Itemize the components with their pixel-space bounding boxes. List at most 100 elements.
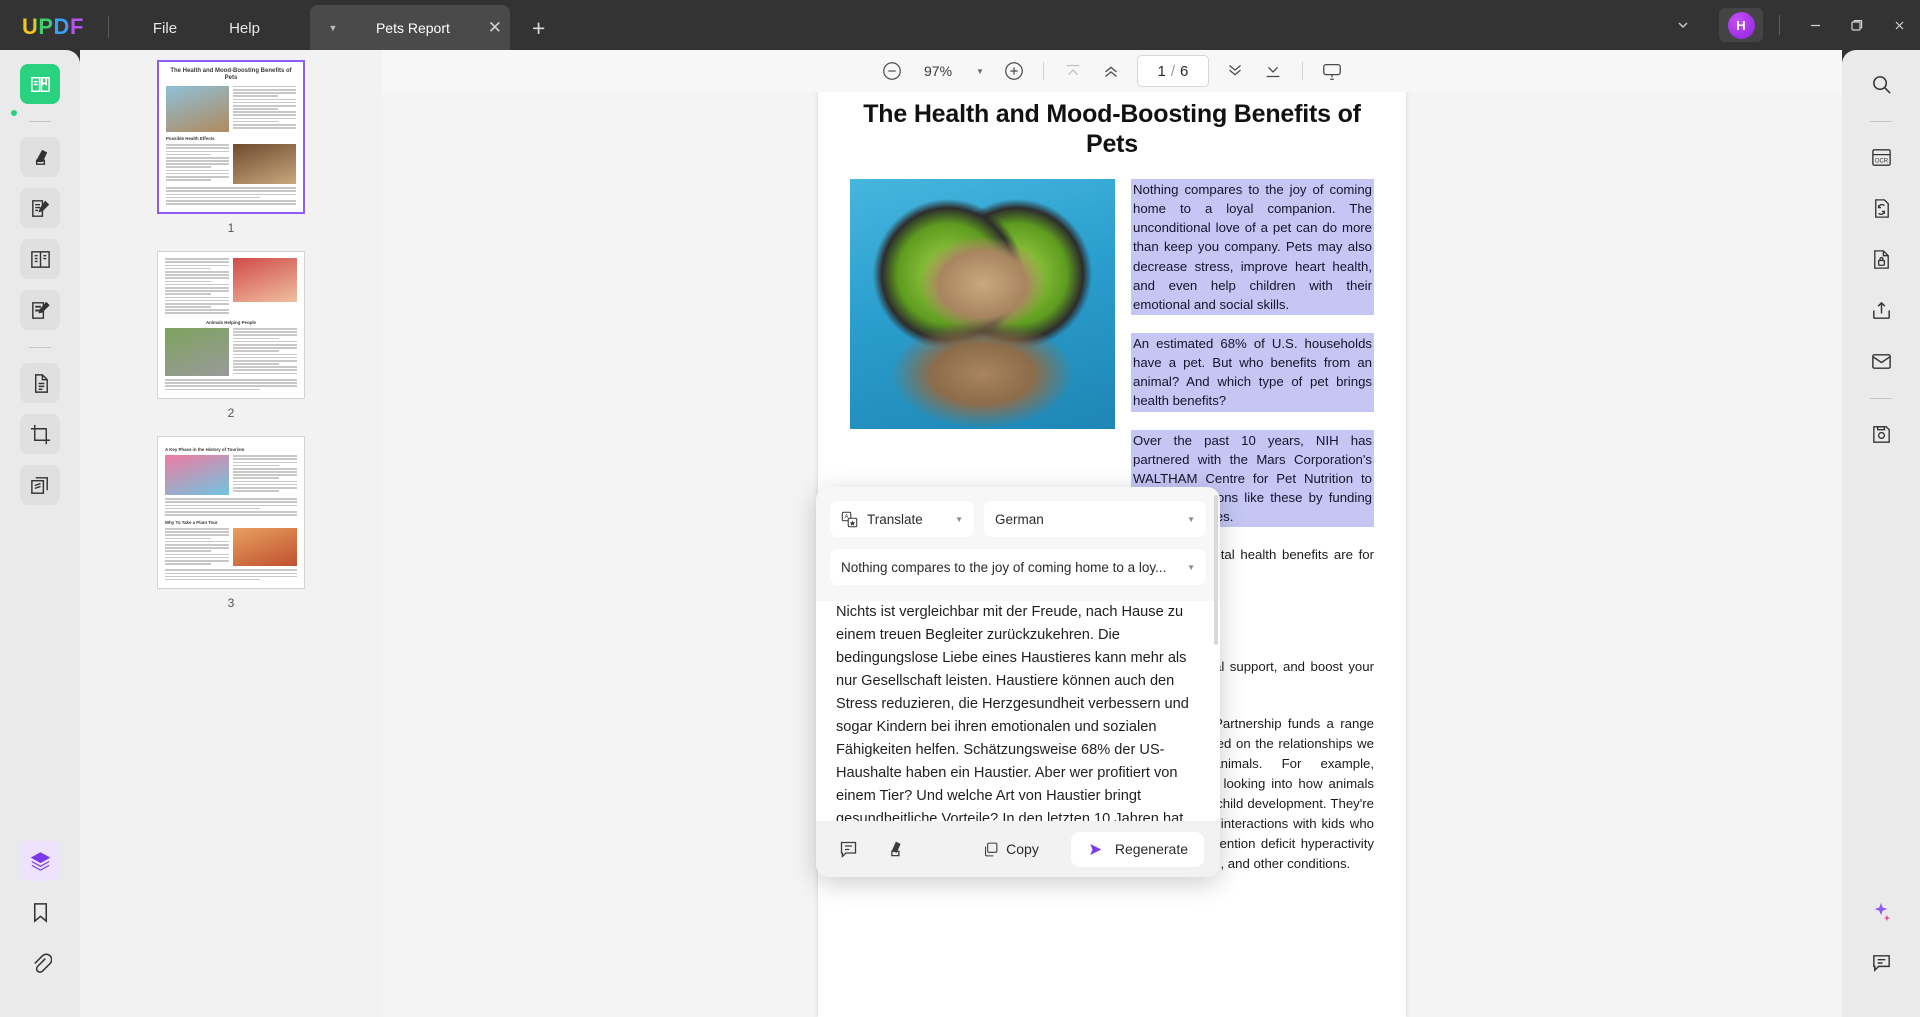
thumbnail-page-2[interactable]: Animals Helping People	[157, 251, 305, 399]
window-minimize-button[interactable]	[1794, 8, 1836, 42]
tab-close-icon[interactable]: ✕	[480, 18, 510, 38]
copy-button[interactable]: Copy	[972, 835, 1049, 864]
zoom-dropdown-icon[interactable]: ▼	[966, 67, 994, 76]
window-close-button[interactable]	[1878, 8, 1920, 42]
search-icon[interactable]	[1861, 64, 1901, 104]
prev-page-icon[interactable]	[1093, 56, 1129, 86]
thumbnail-panel[interactable]: The Health and Mood-Boosting Benefits of…	[80, 50, 382, 1017]
viewer-toolbar: 97% ▼ 1 / 6	[382, 50, 1842, 92]
status-dot	[11, 110, 17, 116]
batch-icon[interactable]	[20, 465, 60, 505]
zoom-level-value[interactable]: 97%	[912, 63, 964, 79]
email-icon[interactable]	[1861, 341, 1901, 381]
layers-icon[interactable]	[20, 841, 60, 881]
translate-popup-footer: Copy Regenerate	[816, 821, 1220, 877]
protect-icon[interactable]	[1861, 239, 1901, 279]
crop-icon[interactable]	[20, 414, 60, 454]
copy-label: Copy	[1006, 841, 1039, 857]
comment-icon[interactable]	[832, 834, 864, 864]
app-logo: UPDF	[22, 14, 84, 40]
translate-icon: A	[841, 511, 858, 528]
bookmark-icon[interactable]	[20, 892, 60, 932]
hero-text-column: Nothing compares to the joy of coming ho…	[1131, 179, 1374, 527]
avatar: H	[1728, 12, 1755, 39]
document-viewer: 97% ▼ 1 / 6	[382, 50, 1842, 1017]
save-icon[interactable]	[1861, 414, 1901, 454]
translate-mode-dropdown[interactable]: A Translate ▼	[830, 501, 974, 537]
thumb-1-title: The Health and Mood-Boosting Benefits of…	[166, 68, 296, 82]
thumb-3-section: Why To Take a Plant Tour	[165, 520, 297, 526]
first-page-icon[interactable]	[1055, 56, 1091, 86]
chevron-down-icon[interactable]: ▼	[1187, 563, 1195, 572]
thumb-1-section: Possible Health Effects	[166, 136, 296, 142]
thumbnail-number: 3	[228, 596, 235, 610]
app-body: The Health and Mood-Boosting Benefits of…	[0, 50, 1920, 1017]
menu-file[interactable]: File	[127, 8, 203, 50]
chevron-down-icon[interactable]	[1675, 17, 1717, 33]
rail-divider-2	[29, 347, 51, 348]
rail-divider-1	[29, 121, 51, 122]
user-avatar-button[interactable]: H	[1719, 8, 1763, 42]
target-language-label: German	[995, 512, 1044, 527]
thumb-3-title: A Key Phase in the History of Tourism	[165, 447, 297, 453]
comment-edit-icon[interactable]	[20, 290, 60, 330]
chevron-down-icon[interactable]: ▼	[1187, 515, 1195, 524]
window-maximize-button[interactable]	[1836, 8, 1878, 42]
current-page-value: 1	[1158, 63, 1166, 80]
translate-popup-header: A Translate ▼ German ▼	[816, 487, 1220, 537]
ai-assistant-icon[interactable]	[1861, 892, 1901, 932]
chevron-down-icon[interactable]: ▼	[955, 515, 963, 524]
ocr-icon[interactable]: OCR	[1861, 137, 1901, 177]
copy-icon	[982, 841, 999, 858]
regenerate-label: Regenerate	[1115, 841, 1188, 857]
organize-pages-icon[interactable]	[20, 363, 60, 403]
title-bar: UPDF File Help ▼ Pets Report ✕ + H	[0, 0, 1920, 50]
translation-result[interactable]: Nichts ist vergleichbar mit der Freude, …	[816, 601, 1220, 821]
translation-scrollbar[interactable]	[1214, 601, 1218, 645]
reader-mode-icon[interactable]	[20, 64, 60, 104]
page-title: The Health and Mood-Boosting Benefits of…	[850, 92, 1374, 159]
thumb-2-section: Animals Helping People	[165, 320, 297, 326]
highlight-icon[interactable]	[20, 137, 60, 177]
toolbar-divider-1	[1043, 62, 1044, 80]
translate-mode-label: Translate	[867, 512, 923, 527]
thumbnail-page-3[interactable]: A Key Phase in the History of Tourism Wh…	[157, 436, 305, 589]
last-page-icon[interactable]	[1255, 56, 1291, 86]
document-tab[interactable]: ▼ Pets Report ✕	[310, 5, 510, 50]
attachment-icon[interactable]	[20, 943, 60, 983]
presentation-icon[interactable]	[1314, 56, 1350, 86]
thumbnail-item[interactable]: The Health and Mood-Boosting Benefits of…	[80, 60, 382, 251]
thumbnail-item[interactable]: A Key Phase in the History of Tourism Wh…	[80, 436, 382, 626]
left-tool-rail	[0, 50, 80, 1017]
source-text-dropdown[interactable]: Nothing compares to the joy of coming ho…	[830, 549, 1206, 585]
menu-help[interactable]: Help	[203, 8, 286, 50]
thumbnail-item[interactable]: Animals Helping People 2	[80, 251, 382, 436]
new-tab-button[interactable]: +	[532, 15, 545, 42]
zoom-in-icon[interactable]	[996, 56, 1032, 86]
page-number-input[interactable]: 1 / 6	[1137, 55, 1209, 87]
thumbnail-page-1[interactable]: The Health and Mood-Boosting Benefits of…	[157, 60, 305, 214]
annotate-icon[interactable]	[20, 188, 60, 228]
convert-icon[interactable]	[1861, 188, 1901, 228]
translate-popup[interactable]: A Translate ▼ German ▼ Nothi	[816, 487, 1220, 877]
page-canvas[interactable]: The Health and Mood-Boosting Benefits of…	[382, 92, 1842, 1017]
source-text-value: Nothing compares to the joy of coming ho…	[841, 560, 1179, 575]
regenerate-button[interactable]: Regenerate	[1071, 832, 1204, 867]
highlighter-icon[interactable]	[878, 834, 910, 864]
titlebar-divider	[1779, 15, 1780, 35]
share-icon[interactable]	[1861, 290, 1901, 330]
regenerate-icon	[1087, 840, 1106, 859]
cat-photo	[850, 179, 1115, 429]
zoom-out-icon[interactable]	[874, 56, 910, 86]
target-language-dropdown[interactable]: German ▼	[984, 501, 1206, 537]
logo-separator	[108, 16, 109, 38]
highlighted-text[interactable]: Nothing compares to the joy of coming ho…	[1131, 179, 1374, 315]
edit-pdf-icon[interactable]	[20, 239, 60, 279]
hero-block: Nothing compares to the joy of coming ho…	[850, 179, 1374, 527]
thumbnail-number: 2	[228, 406, 235, 420]
chat-icon[interactable]	[1861, 943, 1901, 983]
right-rail-divider-1	[1870, 121, 1892, 122]
highlighted-text[interactable]: An estimated 68% of U.S. households have…	[1131, 333, 1374, 412]
tab-dropdown-icon[interactable]: ▼	[320, 23, 346, 33]
next-page-icon[interactable]	[1217, 56, 1253, 86]
